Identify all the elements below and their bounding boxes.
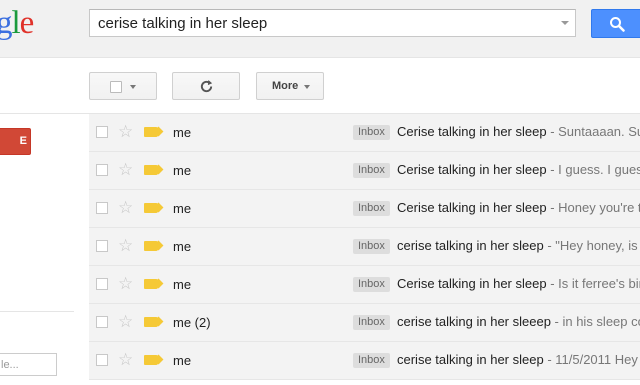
message-sender: me — [173, 239, 192, 254]
message-snippet: - "Hey honey, is th — [547, 238, 640, 253]
row-checkbox[interactable] — [96, 164, 108, 176]
refresh-icon — [200, 79, 213, 93]
top-bar: gle — [0, 0, 640, 58]
message-text: cerise talking in her sleep - 11/5/2011 … — [397, 352, 640, 367]
label-icon[interactable] — [144, 241, 158, 251]
message-row[interactable]: ☆ me Inbox Cerise talking in her sleep -… — [89, 152, 640, 190]
message-row[interactable]: ☆ me Inbox cerise talking in her sleep -… — [89, 228, 640, 266]
message-list: ☆ me Inbox Cerise talking in her sleep -… — [89, 114, 640, 380]
inbox-label-badge[interactable]: Inbox — [353, 163, 390, 178]
search-button[interactable] — [591, 9, 640, 38]
logo-letter-l: l — [11, 5, 21, 41]
message-snippet: - I guess. I guess — [546, 162, 640, 177]
label-icon[interactable] — [144, 317, 158, 327]
inbox-label-badge[interactable]: Inbox — [353, 239, 390, 254]
label-icon[interactable] — [144, 165, 158, 175]
inbox-label-badge[interactable]: Inbox — [353, 277, 390, 292]
message-subject: cerise talking in her sleep — [397, 238, 544, 253]
message-row[interactable]: ☆ me Inbox Cerise talking in her sleep -… — [89, 190, 640, 228]
label-icon[interactable] — [144, 279, 158, 289]
google-logo[interactable]: gle — [0, 4, 35, 42]
message-snippet: - Is it ferree's birth — [550, 276, 640, 291]
search-input[interactable] — [90, 10, 550, 36]
message-subject: Cerise talking in her sleep — [397, 276, 547, 291]
label-icon[interactable] — [144, 203, 158, 213]
select-all-button[interactable] — [89, 72, 157, 100]
search-box — [89, 9, 576, 37]
row-checkbox[interactable] — [96, 202, 108, 214]
more-button-label: More — [272, 80, 299, 92]
inbox-label-badge[interactable]: Inbox — [353, 201, 390, 216]
message-subject: cerise talking in her sleep — [397, 352, 544, 367]
message-row[interactable]: ☆ me (2) Inbox cerise talking in her sle… — [89, 304, 640, 342]
message-subject: Cerise talking in her sleep — [397, 200, 547, 215]
message-subject: cerise talking in her sleeep — [397, 314, 551, 329]
label-icon[interactable] — [144, 355, 158, 365]
label-icon[interactable] — [144, 127, 158, 137]
star-icon[interactable]: ☆ — [118, 313, 133, 330]
message-sender: me — [173, 201, 192, 216]
more-chevron-down-icon — [304, 85, 310, 89]
message-row[interactable]: ☆ me Inbox Cerise talking in her sleep -… — [89, 114, 640, 152]
message-sender: me — [173, 125, 192, 140]
message-snippet: - Suntaaaan. Sunt — [550, 124, 640, 139]
inbox-label-badge[interactable]: Inbox — [353, 353, 390, 368]
logo-letter-e: e — [19, 5, 35, 41]
logo-letter-g: g — [0, 5, 12, 41]
message-subject: Cerise talking in her sleep — [397, 162, 547, 177]
row-checkbox[interactable] — [96, 354, 108, 366]
inbox-label-badge[interactable]: Inbox — [353, 315, 390, 330]
message-text: Cerise talking in her sleep - I guess. I… — [397, 162, 640, 177]
message-sender: me — [173, 277, 192, 292]
message-snippet: - in his sleep cor — [550, 314, 640, 329]
message-subject: Cerise talking in her sleep — [397, 124, 547, 139]
message-sender: me (2) — [173, 315, 211, 330]
more-button[interactable]: More — [256, 72, 324, 100]
message-row[interactable]: ☆ me Inbox Cerise talking in her sleep -… — [89, 266, 640, 304]
message-snippet: - 11/5/2011 Hey ho — [547, 352, 640, 367]
message-text: cerise talking in her sleeep - in his sl… — [397, 314, 640, 329]
star-icon[interactable]: ☆ — [118, 123, 133, 140]
select-chevron-down-icon — [130, 85, 136, 89]
row-checkbox[interactable] — [96, 240, 108, 252]
compose-button-label: E — [19, 135, 27, 147]
message-sender: me — [173, 163, 192, 178]
message-text: Cerise talking in her sleep - Honey you'… — [397, 200, 640, 215]
star-icon[interactable]: ☆ — [118, 161, 133, 178]
message-text: Cerise talking in her sleep - Is it ferr… — [397, 276, 640, 291]
star-icon[interactable]: ☆ — [118, 351, 133, 368]
row-checkbox[interactable] — [96, 278, 108, 290]
search-options-chevron-down-icon[interactable] — [561, 21, 569, 25]
compose-button[interactable]: E — [0, 128, 31, 155]
star-icon[interactable]: ☆ — [118, 275, 133, 292]
star-icon[interactable]: ☆ — [118, 237, 133, 254]
chat-search-input[interactable] — [0, 354, 56, 375]
message-row[interactable]: ☆ me Inbox cerise talking in her sleep -… — [89, 342, 640, 380]
row-checkbox[interactable] — [96, 126, 108, 138]
inbox-label-badge[interactable]: Inbox — [353, 125, 390, 140]
star-icon[interactable]: ☆ — [118, 199, 133, 216]
message-text: cerise talking in her sleep - "Hey honey… — [397, 238, 640, 253]
message-text: Cerise talking in her sleep - Suntaaaan.… — [397, 124, 640, 139]
select-all-checkbox[interactable] — [110, 81, 122, 93]
row-checkbox[interactable] — [96, 316, 108, 328]
sidebar-divider — [0, 311, 74, 312]
message-sender: me — [173, 353, 192, 368]
refresh-button[interactable] — [172, 72, 240, 100]
message-snippet: - Honey you're the — [550, 200, 640, 215]
search-icon — [610, 17, 625, 32]
chat-search-box — [0, 353, 57, 376]
